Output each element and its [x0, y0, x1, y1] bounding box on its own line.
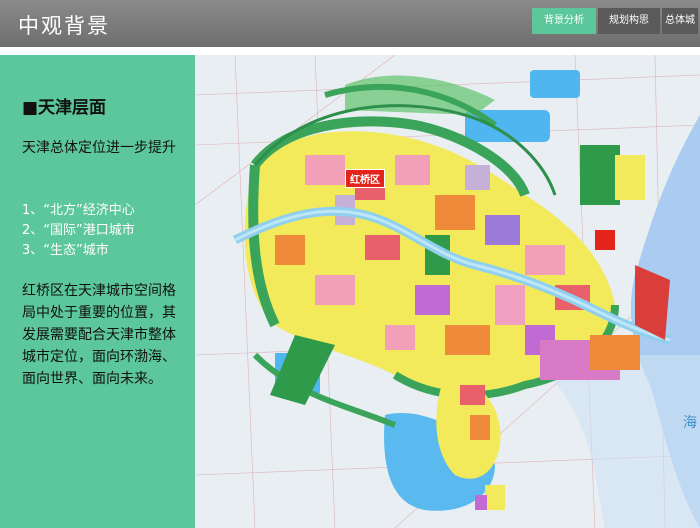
text-panel: ■天津层面 天津总体定位进一步提升 1、“北方”经济中心 2、“国际”港口城市 … — [0, 55, 195, 528]
tab-background-analysis[interactable]: 背景分析 — [532, 8, 596, 34]
list-item: 2、“国际”港口城市 — [22, 223, 135, 238]
sea-label: 海 — [683, 415, 697, 431]
positioning-paragraph: 天津总体定位进一步提升 — [22, 140, 176, 156]
tab-bar: 背景分析 规划构思 总体城 — [532, 8, 698, 34]
land-use-map-image — [195, 55, 700, 528]
header-bar: 中观背景 背景分析 规划构思 总体城 — [0, 0, 700, 47]
list-item: 1、“北方”经济中心 — [22, 203, 135, 218]
list-item: 3、“生态”城市 — [22, 243, 109, 258]
district-label: 红桥区 — [345, 169, 385, 188]
page-title: 中观背景 — [18, 14, 110, 38]
positioning-list: 1、“北方”经济中心 2、“国际”港口城市 3、“生态”城市 — [22, 201, 192, 261]
header-divider — [0, 47, 700, 55]
tab-overall-city[interactable]: 总体城 — [662, 8, 698, 34]
hongqiao-paragraph: 红桥区在天津城市空间格局中处于重要的位置，其发展需要配合天津市整体城市定位，面向… — [22, 283, 176, 387]
tab-planning-concept[interactable]: 规划构思 — [598, 8, 660, 34]
city-plan-map: 红桥区 海 — [195, 55, 700, 528]
section-heading: ■天津层面 — [22, 98, 107, 118]
